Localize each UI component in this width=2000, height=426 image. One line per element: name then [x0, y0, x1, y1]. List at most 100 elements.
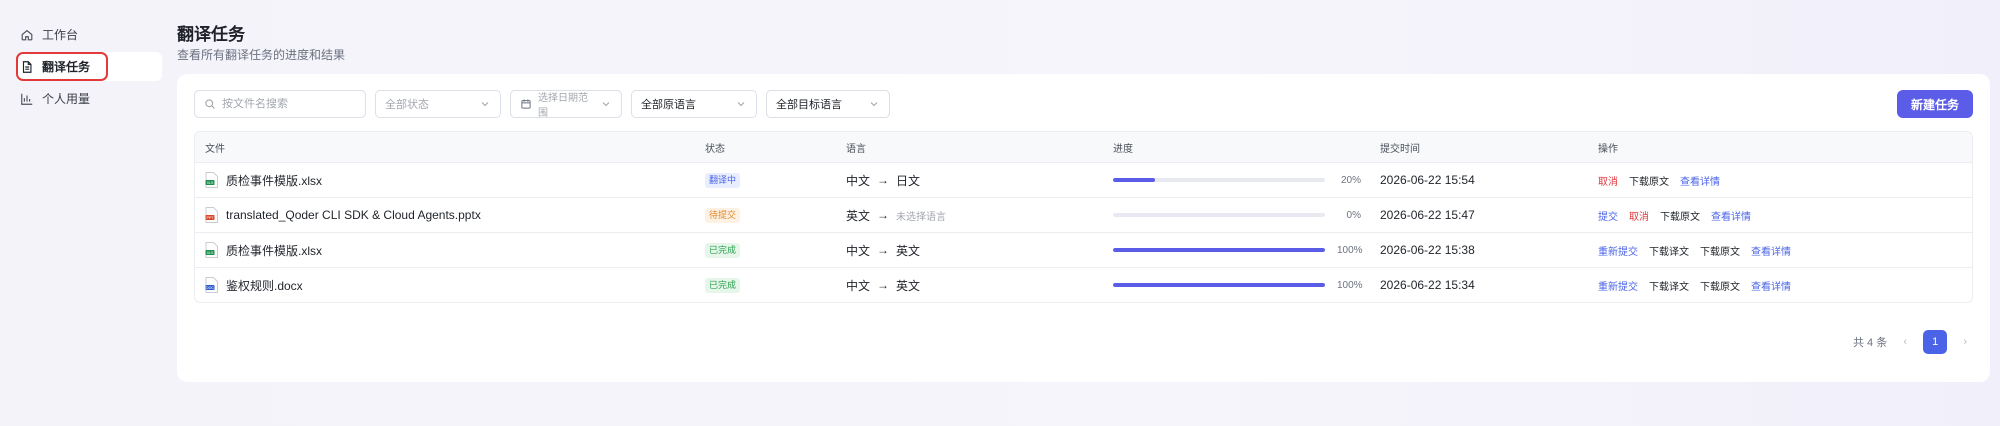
actions-cell: 提交 取消 下载原文 查看详情 — [1586, 208, 1972, 223]
file-name[interactable]: 鉴权规则.docx — [226, 277, 303, 294]
sidebar-item-translation-tasks[interactable]: 翻译任务 — [16, 52, 162, 81]
submitted-time: 2026-06-22 15:38 — [1380, 243, 1475, 257]
docx-file-icon: DOC — [205, 277, 218, 293]
progress-cell: 0% — [1101, 210, 1368, 221]
status-badge: 翻译中 — [705, 173, 741, 188]
source-language: 中文 — [846, 278, 871, 293]
action-button[interactable]: 下载译文 — [1649, 278, 1689, 293]
bar-chart-icon — [21, 93, 33, 105]
svg-text:PPT: PPT — [207, 216, 215, 220]
file-name[interactable]: translated_Qoder CLI SDK & Cloud Agents.… — [226, 208, 481, 222]
next-page-button[interactable]: › — [1957, 336, 1973, 348]
home-icon — [21, 29, 33, 40]
source-language-select[interactable]: 全部原语言 — [631, 90, 757, 118]
status-select[interactable]: 全部状态 — [375, 90, 501, 118]
page-title: 翻译任务 — [177, 25, 245, 44]
file-name[interactable]: 质检事件模版.xlsx — [226, 242, 322, 259]
progress-cell: 20% — [1101, 175, 1368, 186]
action-button[interactable]: 下载译文 — [1649, 243, 1689, 258]
submitted-time: 2026-06-22 15:54 — [1380, 173, 1475, 187]
file-cell: XLS 质检事件模版.xlsx — [195, 172, 693, 189]
date-range-value: 选择日期范围 — [538, 93, 588, 119]
column-header-file: 文件 — [205, 143, 225, 155]
action-button[interactable]: 重新提交 — [1598, 243, 1638, 258]
pptx-file-icon: PPT — [205, 207, 218, 223]
status-badge: 已完成 — [705, 243, 741, 258]
file-name[interactable]: 质检事件模版.xlsx — [226, 172, 322, 189]
target-language-value: 全部目标语言 — [776, 99, 842, 111]
arrow-icon: → — [877, 243, 890, 257]
new-task-button[interactable]: 新建任务 — [1897, 90, 1973, 118]
chevron-down-icon — [602, 102, 610, 107]
action-button[interactable]: 提交 — [1598, 208, 1618, 223]
action-button[interactable]: 取消 — [1629, 208, 1649, 223]
status-select-value: 全部状态 — [385, 99, 429, 111]
search-input[interactable] — [222, 98, 352, 110]
file-cell: PPT translated_Qoder CLI SDK & Cloud Age… — [195, 207, 693, 223]
prev-page-button[interactable]: ‹ — [1897, 336, 1913, 348]
chevron-down-icon — [870, 102, 878, 107]
svg-text:XLS: XLS — [207, 251, 214, 255]
progress-fill — [1113, 178, 1156, 182]
progress-track — [1113, 178, 1325, 182]
search-icon — [205, 99, 215, 109]
action-button[interactable]: 下载原文 — [1700, 243, 1740, 258]
progress-track — [1113, 248, 1325, 252]
search-box — [194, 90, 366, 118]
task-table: 文件 状态 语言 进度 提交时间 操作 XLS 质检事件模版.xlsx 翻译中 … — [194, 131, 1973, 303]
status-cell: 已完成 — [693, 242, 834, 258]
actions-cell: 取消 下载原文 查看详情 — [1586, 173, 1972, 188]
date-range-picker[interactable]: 选择日期范围 — [510, 90, 622, 119]
actions-cell: 重新提交 下载译文 下载原文 查看详情 — [1586, 278, 1972, 293]
action-button[interactable]: 查看详情 — [1751, 278, 1791, 293]
pagination: 共 4 条 ‹ 1 › — [1853, 330, 1973, 354]
submitted-time: 2026-06-22 15:47 — [1380, 208, 1475, 222]
action-button[interactable]: 重新提交 — [1598, 278, 1638, 293]
status-cell: 翻译中 — [693, 172, 834, 188]
svg-text:XLS: XLS — [207, 181, 214, 185]
column-header-submitted: 提交时间 — [1380, 143, 1420, 155]
progress-percent: 100% — [1337, 244, 1363, 256]
target-language-select[interactable]: 全部目标语言 — [766, 90, 890, 118]
source-language: 英文 — [846, 208, 871, 223]
column-header-language: 语言 — [846, 143, 866, 155]
progress-fill — [1113, 248, 1325, 252]
action-button[interactable]: 下载原文 — [1629, 173, 1669, 188]
target-language: 英文 — [896, 243, 921, 258]
progress-cell: 100% — [1101, 280, 1368, 291]
selection-highlight — [16, 52, 108, 81]
source-language: 中文 — [846, 173, 871, 188]
table-body: XLS 质检事件模版.xlsx 翻译中 中文 → 日文 20% 2026-06-… — [195, 162, 1972, 302]
progress-track — [1113, 213, 1325, 217]
chevron-down-icon — [737, 102, 745, 107]
calendar-icon — [521, 99, 531, 109]
action-button[interactable]: 下载原文 — [1700, 278, 1740, 293]
column-header-progress: 进度 — [1113, 143, 1133, 155]
sidebar-item-usage[interactable]: 个人用量 — [16, 84, 162, 113]
arrow-icon: → — [877, 278, 890, 292]
action-button[interactable]: 查看详情 — [1680, 173, 1720, 188]
source-language: 中文 — [846, 243, 871, 258]
progress-percent: 100% — [1337, 279, 1363, 291]
action-button[interactable]: 查看详情 — [1711, 208, 1751, 223]
action-button[interactable]: 查看详情 — [1751, 243, 1791, 258]
submitted-time: 2026-06-22 15:34 — [1380, 278, 1475, 292]
progress-track — [1113, 283, 1325, 287]
actions-cell: 重新提交 下载译文 下载原文 查看详情 — [1586, 243, 1972, 258]
target-language: 英文 — [896, 278, 921, 293]
page-number-button[interactable]: 1 — [1923, 330, 1948, 354]
target-language: 未选择语言 — [896, 211, 947, 223]
status-badge: 已完成 — [705, 278, 741, 293]
filter-bar: 全部状态 选择日期范围 全部原语言 全部目标语言 — [194, 90, 890, 119]
target-language: 日文 — [896, 173, 921, 188]
action-button[interactable]: 下载原文 — [1660, 208, 1700, 223]
table-row: PPT translated_Qoder CLI SDK & Cloud Age… — [195, 197, 1972, 232]
sidebar-item-workbench[interactable]: 工作台 — [16, 20, 162, 49]
column-header-status: 状态 — [705, 143, 725, 155]
sidebar: 工作台 翻译任务 个人用量 — [16, 20, 162, 116]
action-button[interactable]: 取消 — [1598, 173, 1618, 188]
total-count: 共 4 条 — [1853, 337, 1888, 349]
table-row: XLS 质检事件模版.xlsx 翻译中 中文 → 日文 20% 2026-06-… — [195, 162, 1972, 197]
table-header: 文件 状态 语言 进度 提交时间 操作 — [195, 132, 1972, 162]
xlsx-file-icon: XLS — [205, 172, 218, 188]
